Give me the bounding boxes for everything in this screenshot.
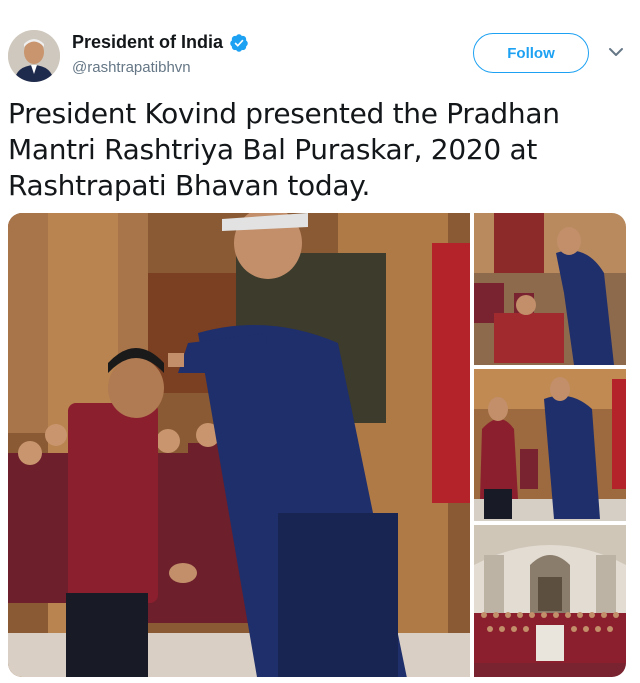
tweet-text: President Kovind presented the Pradhan M… bbox=[8, 97, 560, 202]
avatar[interactable] bbox=[8, 30, 60, 82]
photo-wheelchair-award[interactable] bbox=[474, 213, 626, 365]
display-name[interactable]: President of India bbox=[72, 32, 223, 53]
chevron-down-icon[interactable] bbox=[608, 46, 624, 58]
verified-badge-icon bbox=[230, 33, 248, 52]
photo-girl-award[interactable] bbox=[474, 369, 626, 521]
author-handle[interactable]: @rashtrapatibhvn bbox=[72, 59, 249, 76]
media-grid bbox=[8, 213, 626, 677]
tweet-header: President of India @rashtrapatibhvn Foll… bbox=[8, 28, 632, 84]
photo-award-ceremony[interactable] bbox=[8, 213, 470, 677]
follow-button[interactable]: Follow bbox=[473, 33, 589, 73]
author-names: President of India @rashtrapatibhvn bbox=[72, 32, 249, 76]
photo-group-hall[interactable] bbox=[474, 525, 626, 677]
